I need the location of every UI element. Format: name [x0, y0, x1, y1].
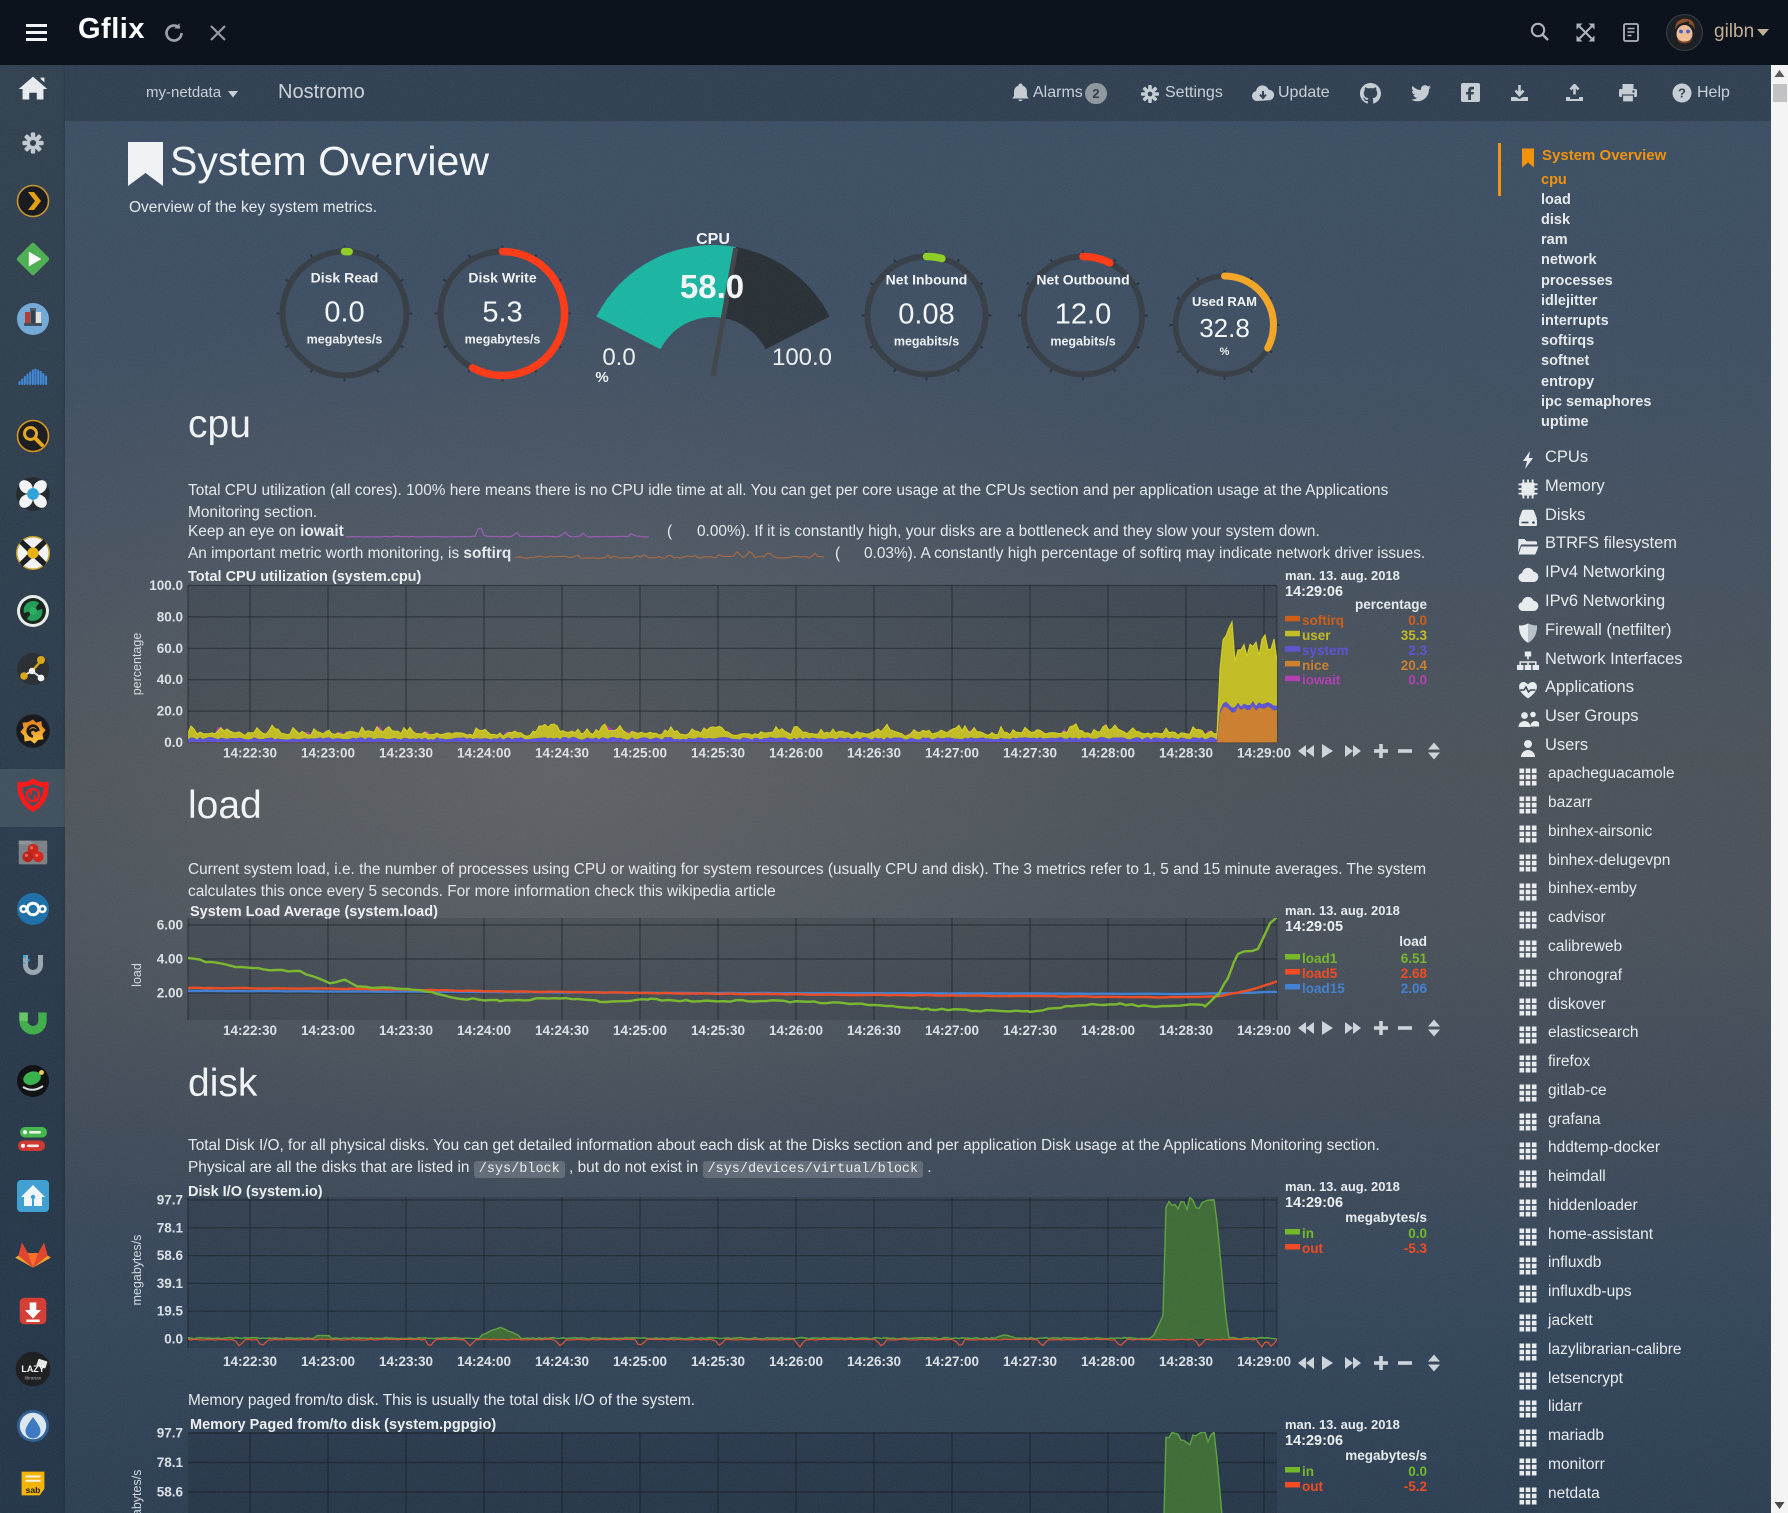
svg-text:man. 13. aug. 2018: man. 13. aug. 2018	[1285, 1417, 1400, 1432]
svg-text:58.6: 58.6	[157, 1485, 184, 1500]
svg-text:megabytes/s: megabytes/s	[1345, 1448, 1427, 1463]
svg-text:14:29:06: 14:29:06	[1285, 1433, 1343, 1449]
svg-text:out: out	[1302, 1479, 1323, 1494]
svg-text:-5.2: -5.2	[1404, 1479, 1427, 1494]
svg-text:0.0: 0.0	[1408, 1464, 1427, 1479]
svg-text:78.1: 78.1	[157, 1455, 184, 1470]
svg-text:Memory Paged from/to disk (sys: Memory Paged from/to disk (system.pgpgio…	[190, 1417, 496, 1433]
svg-text:megabytes/s: megabytes/s	[130, 1470, 144, 1513]
svg-text:?: ?	[1678, 86, 1686, 101]
svg-text:97.7: 97.7	[157, 1426, 183, 1441]
svg-text:in: in	[1302, 1464, 1314, 1479]
